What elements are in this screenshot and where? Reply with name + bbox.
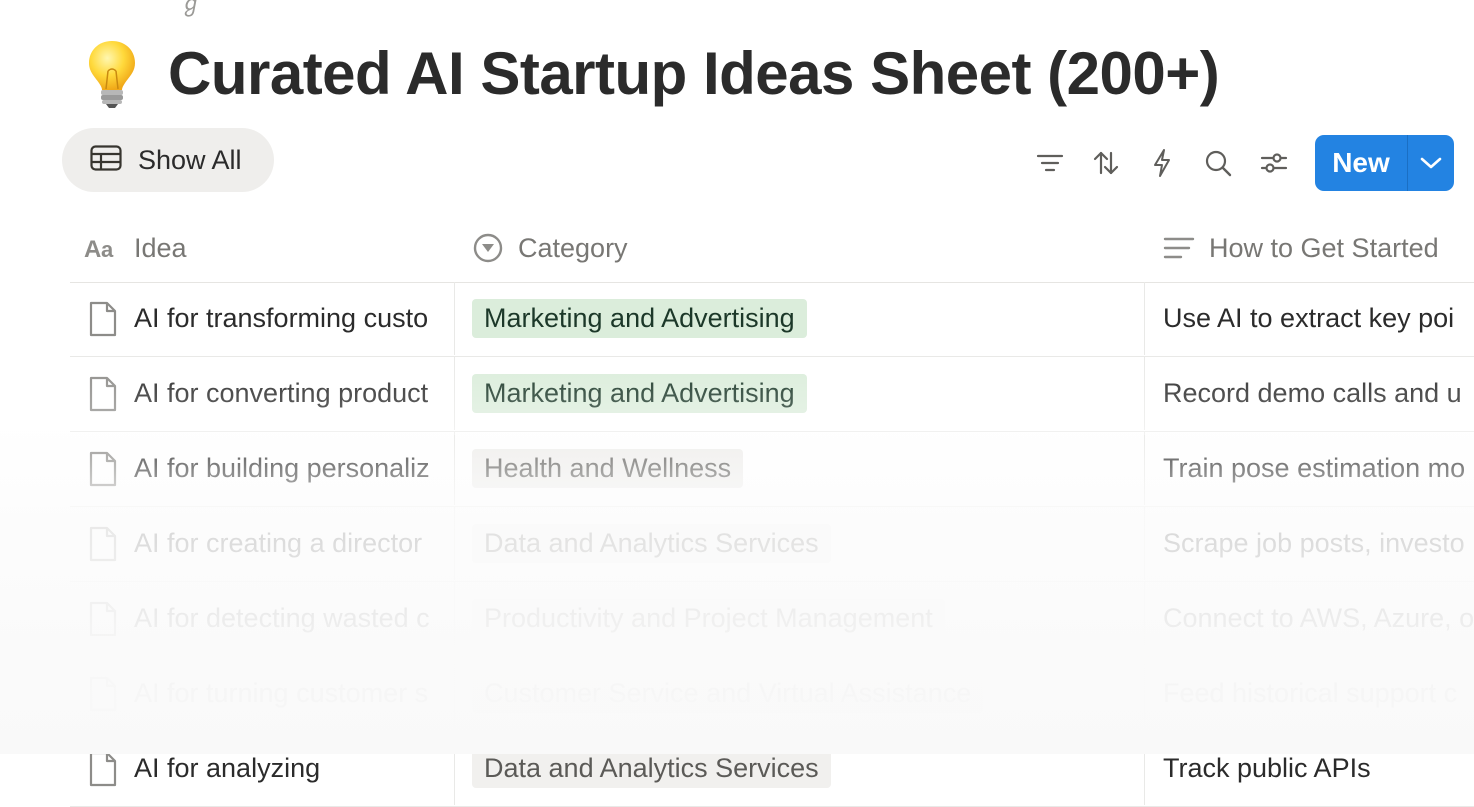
cell-idea[interactable]: AI for creating a director: [70, 507, 455, 580]
column-header-how-to-get-started[interactable]: How to Get Started: [1163, 214, 1439, 282]
idea-title[interactable]: AI for detecting wasted c: [134, 603, 430, 634]
table-body: AI for transforming custo Marketing and A…: [70, 282, 1474, 807]
cell-how-to-get-started[interactable]: Feed historical support c: [1145, 657, 1474, 730]
lightbulb-icon[interactable]: [84, 37, 140, 109]
page-title[interactable]: Curated AI Startup Ideas Sheet (200+): [168, 39, 1220, 108]
cell-how-to-get-started[interactable]: Train pose estimation mo: [1145, 432, 1474, 505]
category-tag: Data and Analytics Services: [472, 749, 831, 788]
idea-title[interactable]: AI for transforming custo: [134, 303, 428, 334]
cell-how-to-get-started[interactable]: Scrape job posts, investo: [1145, 507, 1474, 580]
sort-icon[interactable]: [1084, 136, 1128, 190]
table-row[interactable]: AI for converting product Marketing and A…: [70, 357, 1474, 432]
cell-how-to-get-started[interactable]: Track public APIs: [1145, 732, 1474, 805]
cell-idea[interactable]: AI for detecting wasted c: [70, 582, 455, 655]
category-tag: Marketing and Advertising: [472, 374, 807, 413]
table-row[interactable]: AI for analyzing Data and Analytics Servi…: [70, 732, 1474, 807]
svg-text:a: a: [101, 237, 114, 260]
idea-title[interactable]: AI for creating a director: [134, 528, 422, 559]
column-header-label: Idea: [134, 232, 187, 263]
column-header-category[interactable]: Category: [472, 214, 628, 282]
cell-category[interactable]: Data and Analytics Services: [455, 507, 1145, 580]
how-to-text: Track public APIs: [1163, 753, 1371, 783]
table-row[interactable]: AI for detecting wasted c Productivity an…: [70, 582, 1474, 657]
cell-how-to-get-started[interactable]: Connect to AWS, Azure, o: [1145, 582, 1474, 655]
breadcrumb[interactable]: ℊ: [180, 0, 202, 18]
svg-text:A: A: [84, 236, 101, 260]
category-tag: Productivity and Project Management: [472, 599, 945, 638]
table-row[interactable]: AI for creating a director Data and Analy…: [70, 507, 1474, 582]
how-to-text: Feed historical support c: [1163, 678, 1458, 708]
table-row[interactable]: AI for building personaliz Health and Wel…: [70, 432, 1474, 507]
page-icon: [89, 526, 117, 561]
text-property-icon: A a: [84, 236, 114, 260]
how-to-text: Record demo calls and u: [1163, 378, 1462, 408]
how-to-text: Scrape job posts, investo: [1163, 528, 1465, 558]
cell-category[interactable]: Marketing and Advertising: [455, 357, 1145, 430]
select-property-icon: [473, 233, 503, 263]
cell-category[interactable]: Customer Service and Virtual Assistance: [455, 657, 1145, 730]
table-icon: [90, 144, 138, 176]
table-header: A a Idea Category How to Get Started: [70, 214, 1474, 283]
search-icon[interactable]: [1196, 136, 1240, 190]
chevron-down-icon[interactable]: [1408, 135, 1454, 191]
cell-idea[interactable]: AI for analyzing: [70, 732, 455, 805]
view-tab-label: Show All: [138, 144, 242, 175]
category-tag: Marketing and Advertising: [472, 299, 807, 338]
page-icon: [89, 301, 117, 336]
page-icon: [89, 376, 117, 411]
column-header-label: Category: [518, 232, 628, 263]
cell-how-to-get-started[interactable]: Record demo calls and u: [1145, 357, 1474, 430]
page-icon: [89, 601, 117, 636]
new-button[interactable]: New: [1315, 135, 1454, 191]
idea-title[interactable]: AI for building personaliz: [134, 453, 430, 484]
page-icon: [89, 751, 117, 786]
how-to-text: Connect to AWS, Azure, o: [1163, 603, 1474, 633]
table-row[interactable]: AI for transforming custo Marketing and A…: [70, 282, 1474, 357]
page-icon: [89, 451, 117, 486]
cell-idea[interactable]: AI for converting product: [70, 357, 455, 430]
settings-sliders-icon[interactable]: [1252, 136, 1296, 190]
column-header-label: How to Get Started: [1209, 232, 1439, 263]
table-row[interactable]: AI for turning customer s Customer Servic…: [70, 657, 1474, 732]
category-tag: Data and Analytics Services: [472, 524, 831, 563]
how-to-text: Train pose estimation mo: [1163, 453, 1466, 483]
idea-title[interactable]: AI for analyzing: [134, 753, 320, 784]
automation-bolt-icon[interactable]: [1140, 136, 1184, 190]
cell-idea[interactable]: AI for turning customer s: [70, 657, 455, 730]
idea-title[interactable]: AI for converting product: [134, 378, 428, 409]
cell-category[interactable]: Health and Wellness: [455, 432, 1145, 505]
text-lines-icon: [1163, 237, 1195, 259]
view-tab-show-all[interactable]: Show All: [62, 128, 274, 192]
cell-how-to-get-started[interactable]: Use AI to extract key poi: [1145, 282, 1474, 355]
how-to-text: Use AI to extract key poi: [1163, 303, 1455, 333]
cell-idea[interactable]: AI for building personaliz: [70, 432, 455, 505]
cell-idea[interactable]: AI for transforming custo: [70, 282, 455, 355]
cell-category[interactable]: Productivity and Project Management: [455, 582, 1145, 655]
page-icon: [89, 676, 117, 711]
page-header: Curated AI Startup Ideas Sheet (200+): [84, 28, 1220, 118]
column-header-idea[interactable]: A a Idea: [84, 214, 187, 282]
cell-category[interactable]: Marketing and Advertising: [455, 282, 1145, 355]
category-tag: Health and Wellness: [472, 449, 744, 488]
cell-category[interactable]: Data and Analytics Services: [455, 732, 1145, 805]
database-toolbar: [1028, 136, 1308, 190]
new-button-label: New: [1332, 147, 1390, 178]
category-tag: Customer Service and Virtual Assistance: [472, 674, 984, 713]
filter-icon[interactable]: [1028, 136, 1072, 190]
idea-title[interactable]: AI for turning customer s: [134, 678, 428, 709]
